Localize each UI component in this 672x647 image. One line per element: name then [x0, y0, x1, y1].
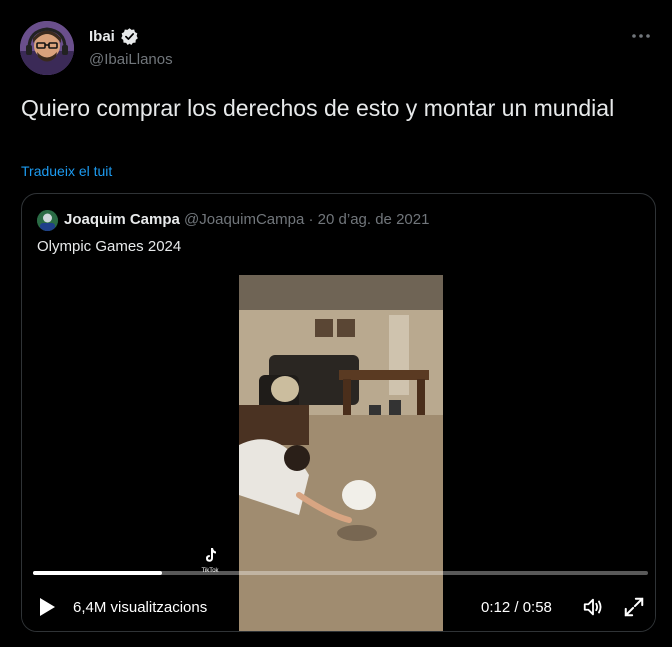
quoted-date[interactable]: 20 d’ag. de 2021 [318, 211, 430, 228]
quoted-text: Olympic Games 2024 [37, 238, 182, 255]
tweet-text: Quiero comprar los derechos de esto y mo… [21, 95, 615, 121]
volume-icon[interactable] [582, 596, 604, 618]
video-frame [239, 275, 443, 631]
tiktok-icon [206, 548, 216, 562]
fullscreen-icon[interactable] [623, 596, 645, 618]
author-handle[interactable]: @IbaiLlanos [89, 51, 173, 68]
separator-dot: · [308, 211, 314, 228]
video-progress-fill [33, 571, 163, 575]
tiktok-watermark: TikTok [198, 547, 222, 574]
view-count: 6,4M visualitzacions [73, 599, 208, 616]
verified-badge-icon [120, 27, 139, 46]
video-player[interactable]: TikTok 6,4M visualitzacions 0:12 / 0:58 [22, 275, 655, 631]
author-name[interactable]: Ibai [89, 27, 139, 46]
author-name-label: Ibai [89, 28, 115, 45]
quoted-author-name[interactable]: Joaquim Campa [64, 211, 180, 228]
quoted-author-avatar[interactable] [37, 210, 58, 231]
quoted-header: Joaquim Campa @JoaquimCampa · 20 d’ag. d… [64, 210, 429, 230]
play-icon[interactable] [38, 597, 56, 617]
video-progress-bar[interactable] [33, 571, 648, 575]
quoted-author-handle[interactable]: @JoaquimCampa [184, 211, 304, 228]
quoted-tweet-card[interactable]: Joaquim Campa @JoaquimCampa · 20 d’ag. d… [21, 193, 656, 632]
translate-tweet-link[interactable]: Tradueix el tuit [21, 163, 112, 179]
video-time: 0:12 / 0:58 [481, 599, 552, 616]
more-icon[interactable] [626, 25, 656, 47]
author-avatar[interactable] [20, 21, 74, 75]
